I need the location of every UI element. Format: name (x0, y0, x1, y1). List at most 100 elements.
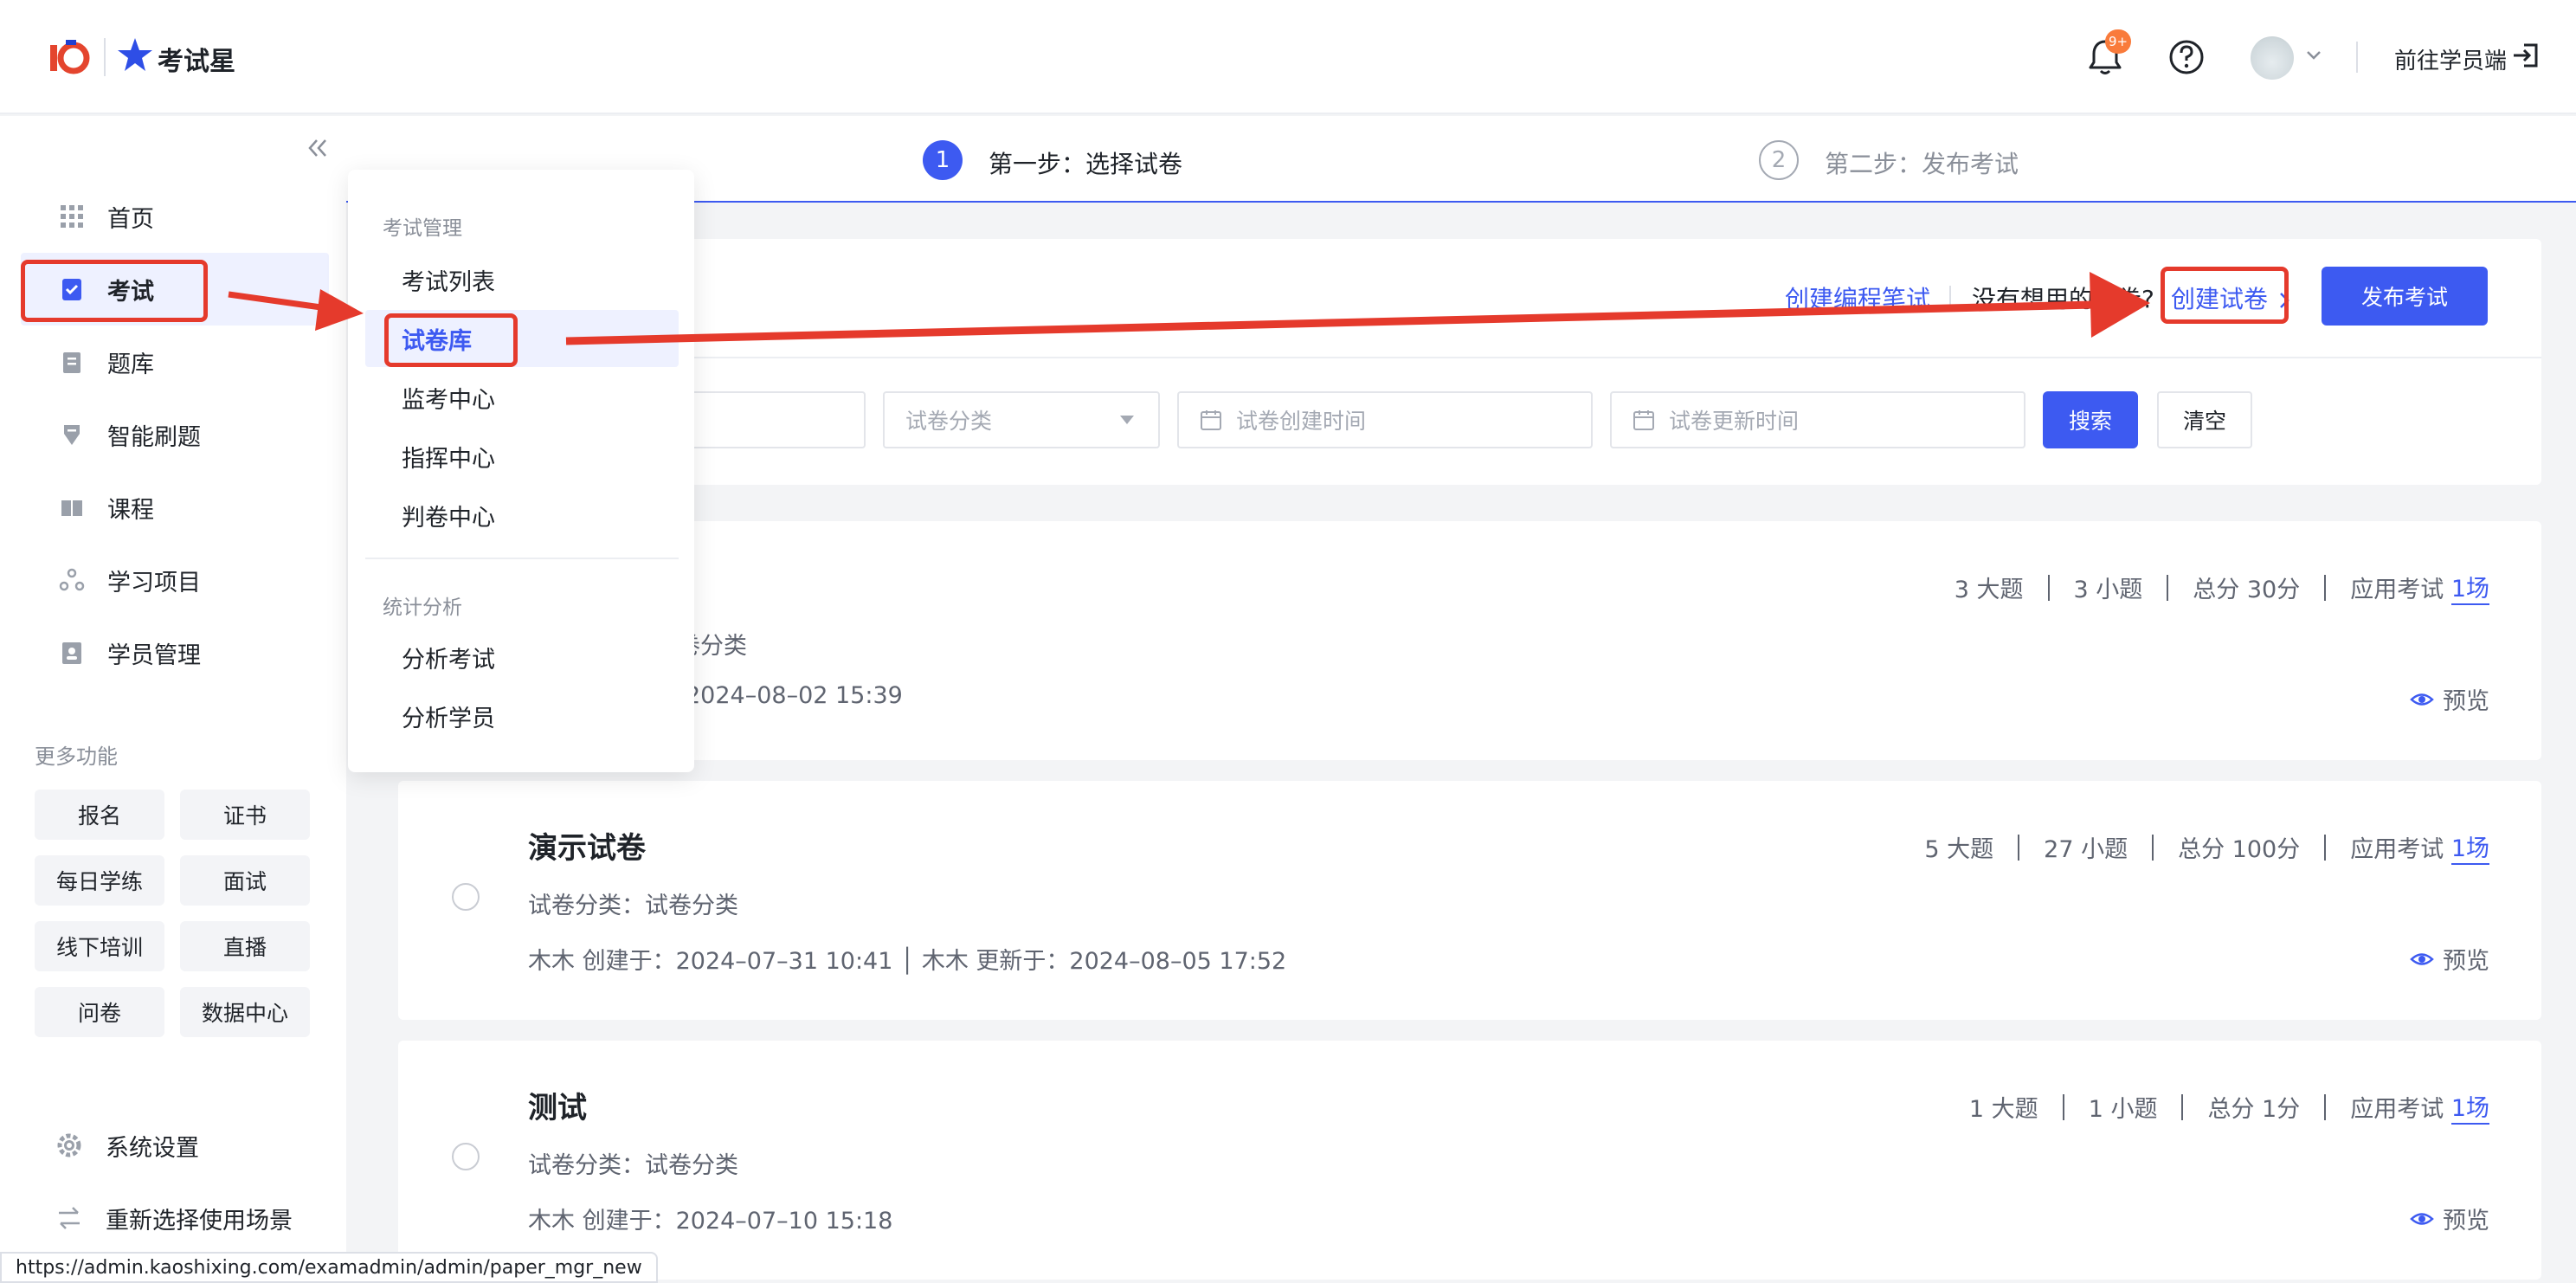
preview-link[interactable]: 预览 (2410, 682, 2489, 716)
status-url-bar: https://admin.kaoshixing.com/examadmin/a… (0, 1252, 658, 1283)
paper-applied-count[interactable]: 1场 (2450, 570, 2489, 605)
flyout-group-title: 统计分析 (383, 596, 462, 619)
clipboard-icon (63, 352, 80, 373)
paper-applied-label: 应用考试 (2350, 1096, 2444, 1123)
calendar-icon (1633, 410, 1654, 430)
create-coding-test-link[interactable]: 创建编程笔试 (1785, 280, 1930, 315)
preview-link[interactable]: 预览 (2410, 1202, 2489, 1235)
paper-row[interactable]: 卷分类 2024–08–02 15:39 3 大题 3 小题 总分 30分 应用… (398, 521, 2541, 760)
chip-survey[interactable]: 问卷 (35, 987, 164, 1037)
user-avatar[interactable] (2251, 36, 2294, 80)
search-button[interactable]: 搜索 (2043, 391, 2138, 448)
exam-flyout-menu: 考试管理 考试列表 试卷库 监考中心 指挥中心 判卷中心 统计分析 分析考试 分… (348, 170, 694, 772)
flyout-item-proctor-center[interactable]: 监考中心 (365, 369, 679, 426)
star-logo-icon (118, 38, 152, 71)
collapse-sidebar-icon[interactable] (303, 133, 332, 163)
gear-icon (57, 1133, 81, 1157)
paper-meta: 木木 创建于：2024–07–31 10:41 │ 木木 更新于：2024–08… (528, 948, 1287, 975)
paper-applied-count[interactable]: 1场 (2450, 1089, 2489, 1125)
created-time-picker[interactable]: 试卷创建时间 (1177, 391, 1593, 448)
logo-separator (104, 38, 106, 76)
filter-separator (398, 357, 2541, 358)
paper-meta: 木木 创建于：2024–07–10 15:18 (528, 1208, 893, 1235)
top-header: 考试星 9+ 前往学员端 (0, 0, 2576, 114)
preview-label: 预览 (2443, 1208, 2489, 1235)
flyout-item-analyze-exams[interactable]: 分析考试 (365, 629, 679, 686)
caret-down-icon (1120, 416, 1134, 424)
user-card-icon (62, 642, 81, 664)
eye-icon (2410, 952, 2434, 965)
flyout-item-command-center[interactable]: 指挥中心 (365, 428, 679, 485)
preview-label: 预览 (2443, 948, 2489, 975)
updated-time-picker[interactable]: 试卷更新时间 (1610, 391, 2025, 448)
sidebar-item-label: 智能刷题 (107, 423, 201, 451)
category-placeholder: 试卷分类 (905, 409, 993, 434)
paper-score: 总分 1分 (2207, 1096, 2301, 1123)
chip-live[interactable]: 直播 (180, 921, 310, 971)
help-icon[interactable] (2164, 35, 2209, 80)
sidebar-item-label: 题库 (107, 351, 154, 378)
eye-icon (2410, 693, 2434, 706)
chip-data-center[interactable]: 数据中心 (180, 987, 310, 1037)
paper-radio[interactable] (452, 883, 480, 911)
paper-radio[interactable] (452, 1143, 480, 1170)
category-select[interactable]: 试卷分类 (883, 391, 1160, 448)
sidebar-item-switch-scene[interactable]: 重新选择使用场景 (55, 1196, 293, 1240)
brand-name: 考试星 (158, 47, 235, 77)
flyout-item-grading-center[interactable]: 判卷中心 (365, 487, 679, 544)
chip-offline-training[interactable]: 线下培训 (35, 921, 164, 971)
chevron-down-icon[interactable] (2304, 45, 2323, 64)
flyout-group-title: 考试管理 (383, 217, 462, 240)
chip-interview[interactable]: 面试 (180, 855, 310, 906)
exit-icon[interactable] (2510, 40, 2541, 71)
paper-small-count: 3 小题 (2073, 577, 2143, 603)
paper-big-count: 3 大题 (1954, 577, 2024, 603)
paper-score: 总分 100分 (2178, 836, 2301, 863)
paper-stats: 3 大题 3 小题 总分 30分 应用考试 1场 (1955, 570, 2489, 605)
paper-applied-label: 应用考试 (2350, 836, 2444, 863)
clear-button[interactable]: 清空 (2157, 391, 2252, 448)
paper-big-count: 5 大题 (1924, 836, 1994, 863)
sidebar-item-learning-projects[interactable]: 学习项目 (21, 544, 329, 616)
paper-stats: 5 大题 27 小题 总分 100分 应用考试 1场 (1924, 829, 2489, 865)
chip-daily-practice[interactable]: 每日学练 (35, 855, 164, 906)
paper-title: 演示试卷 (528, 831, 646, 866)
to-student-link[interactable]: 前往学员端 (2394, 43, 2507, 75)
paper-applied-count[interactable]: 1场 (2450, 829, 2489, 865)
step-1-label: 第一步：选择试卷 (989, 150, 1183, 178)
toolbar-divider (1949, 286, 1951, 312)
flyout-separator (365, 558, 679, 559)
eye-icon (2410, 1212, 2434, 1225)
no-paper-prompt: 没有想用的试卷? (1972, 285, 2154, 313)
paper-title: 测试 (528, 1091, 587, 1125)
paper-applied-label: 应用考试 (2350, 577, 2444, 603)
annotation-box-create-paper (2161, 267, 2289, 324)
annotation-box-paper-library (384, 313, 518, 367)
paper-meta: 2024–08–02 15:39 (686, 682, 903, 709)
preview-label: 预览 (2443, 688, 2489, 715)
sidebar-item-label: 重新选择使用场景 (106, 1207, 293, 1235)
paper-row[interactable]: 演示试卷 试卷分类：试卷分类 木木 创建于：2024–07–31 10:41 │… (398, 781, 2541, 1020)
paper-row[interactable]: 测试 试卷分类：试卷分类 木木 创建于：2024–07–10 15:18 1 大… (398, 1041, 2541, 1280)
sidebar-item-students[interactable]: 学员管理 (21, 616, 329, 689)
flyout-item-analyze-students[interactable]: 分析学员 (365, 687, 679, 745)
sidebar-item-settings[interactable]: 系统设置 (55, 1124, 199, 1167)
annotation-box-exam (21, 260, 208, 322)
notification-badge: 9+ (2105, 29, 2132, 54)
step-2-circle: 2 (1759, 140, 1799, 180)
chip-signup[interactable]: 报名 (35, 790, 164, 840)
sidebar-item-question-bank[interactable]: 题库 (21, 326, 329, 398)
sidebar-item-courses[interactable]: 课程 (21, 471, 329, 544)
paper-big-count: 1 大题 (1968, 1096, 2038, 1123)
step-2-label: 第二步：发布考试 (1825, 150, 2019, 178)
paper-small-count: 1 小题 (2088, 1096, 2158, 1123)
chip-certificate[interactable]: 证书 (180, 790, 310, 840)
flyout-item-exam-list[interactable]: 考试列表 (365, 251, 679, 308)
sidebar-item-smart-practice[interactable]: 智能刷题 (21, 398, 329, 471)
updated-time-placeholder: 试卷更新时间 (1669, 409, 1800, 434)
header-divider (2356, 42, 2358, 73)
publish-exam-button[interactable]: 发布考试 (2322, 267, 2488, 326)
sidebar-item-home[interactable]: 首页 (21, 180, 329, 253)
preview-link[interactable]: 预览 (2410, 942, 2489, 976)
paper-small-count: 27 小题 (2044, 836, 2128, 863)
